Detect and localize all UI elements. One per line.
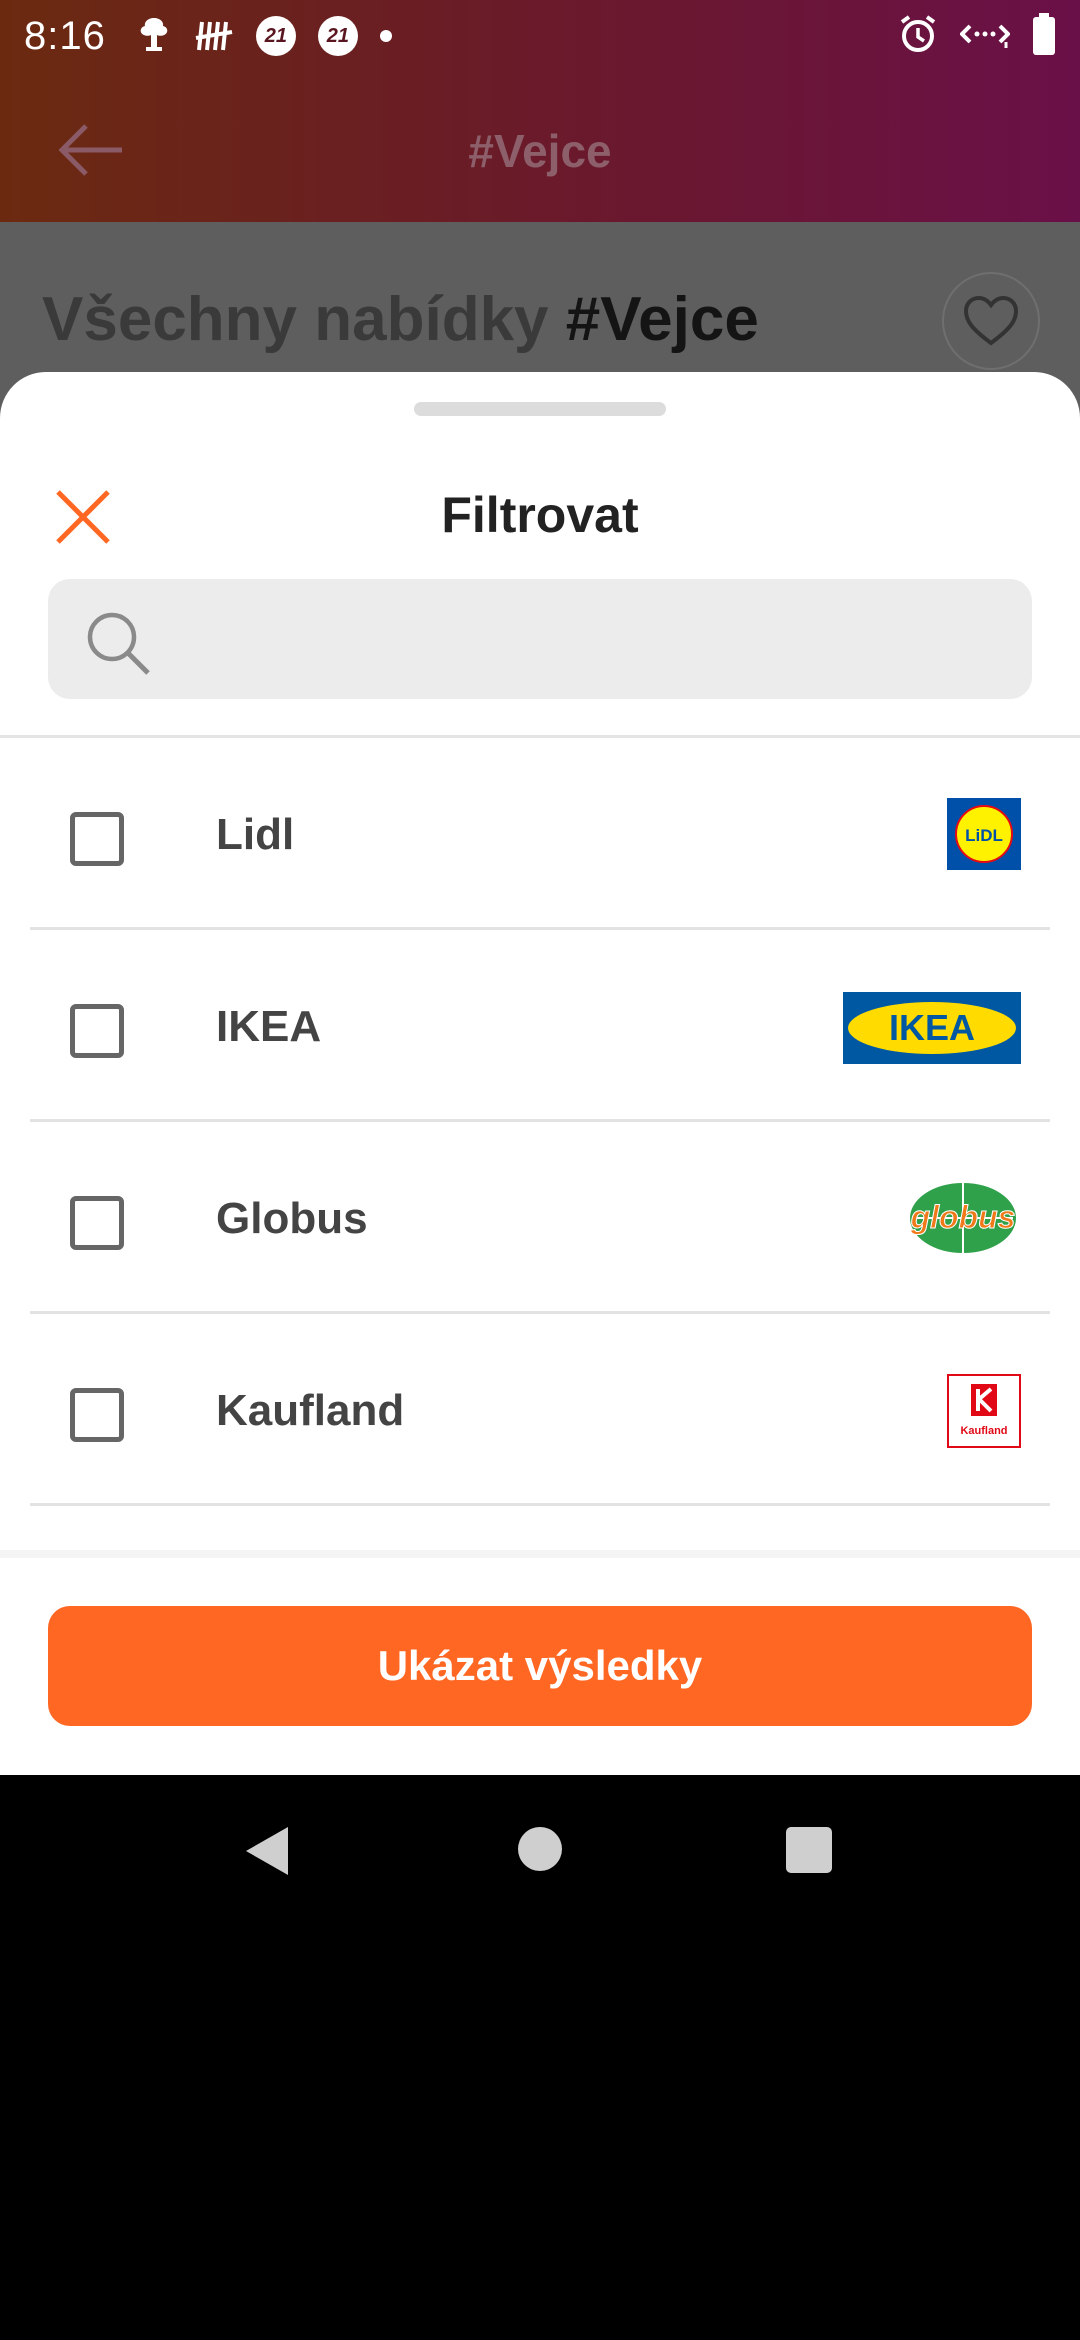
ikea-logo-text: IKEA bbox=[889, 1007, 975, 1048]
nav-back-icon[interactable] bbox=[244, 1825, 290, 1877]
list-item[interactable]: Kaufland Kaufland bbox=[0, 1314, 1080, 1506]
globus-logo: globus bbox=[905, 1178, 1021, 1258]
checkbox[interactable] bbox=[70, 1004, 124, 1058]
more-notifications-dot bbox=[379, 30, 392, 42]
favorite-button[interactable] bbox=[942, 272, 1040, 370]
offers-heading: Všechny nabídky #Vejce bbox=[42, 284, 759, 355]
nav-home-icon[interactable] bbox=[518, 1827, 562, 1871]
lidl-logo: LiDL bbox=[947, 798, 1021, 870]
tally-icon bbox=[194, 18, 234, 54]
store-name: Globus bbox=[216, 1194, 368, 1243]
heart-icon bbox=[963, 295, 1019, 346]
lidl-logo-text: LiDL bbox=[965, 826, 1003, 845]
page-title: #Vejce bbox=[468, 125, 612, 177]
kaufland-logo-text: Kaufland bbox=[960, 1425, 1007, 1437]
sheet-drag-handle[interactable] bbox=[414, 402, 666, 416]
list-item[interactable]: IKEA IKEA bbox=[0, 930, 1080, 1122]
globus-logo-text: globus bbox=[910, 1199, 1016, 1235]
footer-separator bbox=[0, 1550, 1080, 1558]
divider bbox=[30, 1503, 1050, 1506]
store-name: IKEA bbox=[216, 1002, 322, 1051]
alarm-icon bbox=[898, 14, 938, 59]
search-input[interactable] bbox=[178, 579, 998, 699]
store-name: Lidl bbox=[216, 810, 295, 859]
system-icons bbox=[898, 12, 1056, 60]
store-list: Lidl LiDL IKEA IKEA Globus globus Kaufla… bbox=[0, 738, 1080, 1506]
list-item[interactable]: Globus globus bbox=[0, 1122, 1080, 1314]
battery-icon bbox=[1032, 12, 1056, 60]
checkbox[interactable] bbox=[70, 1196, 124, 1250]
search-icon bbox=[87, 612, 150, 675]
checkbox[interactable] bbox=[70, 812, 124, 866]
search-box[interactable] bbox=[48, 579, 1032, 699]
ikea-logo: IKEA bbox=[843, 992, 1021, 1064]
navigation-bar bbox=[0, 1775, 1080, 1915]
show-results-button[interactable]: Ukázat výsledky bbox=[48, 1606, 1032, 1726]
checkbox[interactable] bbox=[70, 1388, 124, 1442]
sheet-title: Filtrovat bbox=[441, 487, 639, 543]
badge-21-icon: 21 bbox=[255, 16, 296, 56]
status-time: 8:16 bbox=[24, 13, 106, 58]
filter-sheet: Filtrovat Lidl LiDL IKEA IKEA Globus glo… bbox=[0, 372, 1080, 1775]
status-bar: 8:16 21 21 bbox=[0, 0, 1080, 72]
list-item[interactable]: Lidl LiDL bbox=[0, 738, 1080, 930]
nav-recents-icon[interactable] bbox=[786, 1827, 832, 1873]
notification-icons: 21 21 bbox=[136, 16, 392, 56]
badge-21-icon: 21 bbox=[317, 16, 358, 56]
store-name: Kaufland bbox=[216, 1386, 405, 1435]
app-bar: #Vejce bbox=[0, 72, 1080, 222]
data-saver-icon bbox=[959, 16, 1011, 57]
offers-heading-text: Všechny nabídky bbox=[42, 285, 566, 354]
offers-heading-tag: #Vejce bbox=[565, 285, 759, 354]
tree-icon bbox=[136, 16, 172, 56]
kaufland-logo: Kaufland bbox=[947, 1374, 1021, 1448]
